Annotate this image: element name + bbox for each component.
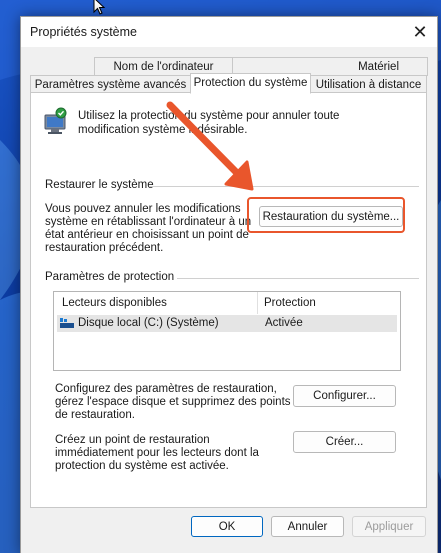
drive-icon <box>60 318 74 328</box>
configure-description: Configurez des paramètres de restauratio… <box>55 383 291 421</box>
drive-name: Disque local (C:) (Système) <box>78 317 219 329</box>
drives-list[interactable]: Lecteurs disponibles Protection Disque l… <box>53 291 401 371</box>
table-row[interactable]: Disque local (C:) (Système) Activée <box>57 315 397 332</box>
drive-protection-status: Activée <box>265 317 303 329</box>
annotation-highlight-box <box>247 197 405 233</box>
window-title: Propriétés système <box>30 25 137 39</box>
column-header-drives[interactable]: Lecteurs disponibles <box>62 292 167 314</box>
restore-group-divider <box>149 186 419 187</box>
apply-button: Appliquer <box>352 516 426 537</box>
restore-group-label: Restaurer le système <box>45 179 154 191</box>
tab-system-protection[interactable]: Protection du système <box>190 73 311 94</box>
create-button[interactable]: Créer... <box>293 431 396 453</box>
create-description: Créez un point de restauration immédiate… <box>55 434 259 472</box>
intro-text: Utilisez la protection du système pour a… <box>78 110 340 136</box>
computer-shield-icon <box>44 107 67 134</box>
ok-button[interactable]: OK <box>191 516 263 537</box>
column-separator <box>257 292 258 314</box>
protection-group-label: Paramètres de protection <box>45 271 175 283</box>
close-icon[interactable]: ✕ <box>403 17 437 47</box>
column-header-protection[interactable]: Protection <box>264 292 316 314</box>
protection-group-divider <box>177 278 419 279</box>
configure-button[interactable]: Configurer... <box>293 385 396 407</box>
system-properties-dialog: Propriétés système ✕ Nom de l'ordinateur… <box>20 16 438 553</box>
mouse-cursor-icon <box>93 0 106 15</box>
title-bar: Propriétés système ✕ <box>21 17 437 47</box>
restore-description: Vous pouvez annuler les modifications sy… <box>45 203 252 254</box>
cancel-button[interactable]: Annuler <box>271 516 344 537</box>
